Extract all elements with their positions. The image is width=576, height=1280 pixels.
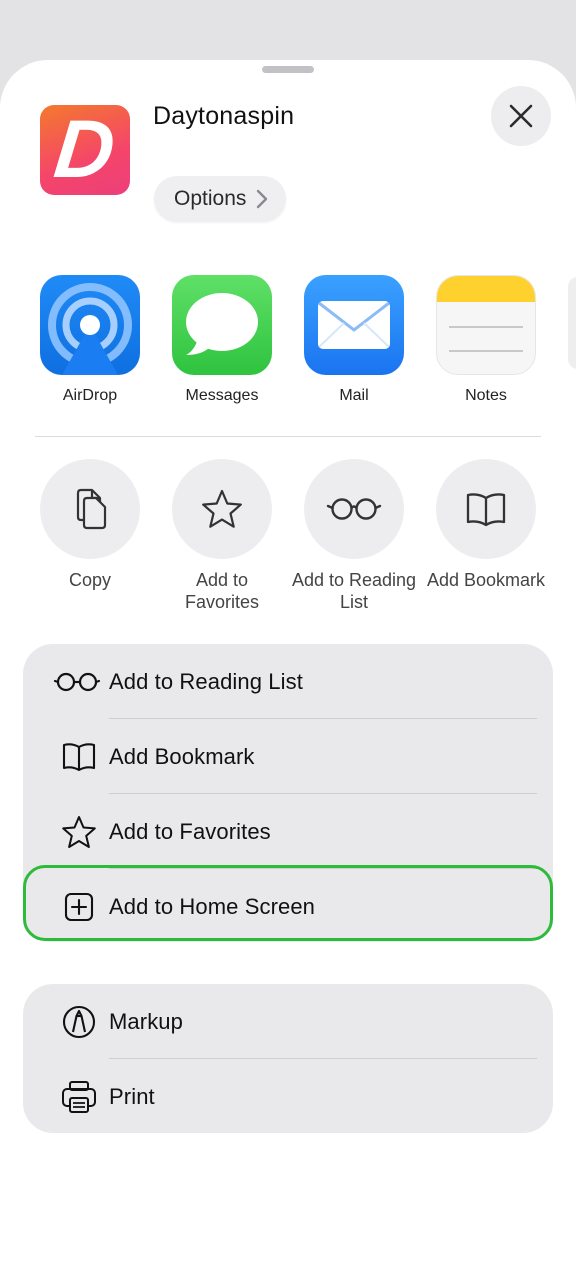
action-favorites-circle (172, 459, 272, 559)
close-button[interactable] (491, 86, 551, 146)
menu-item-label: Add to Favorites (109, 818, 271, 844)
book-icon (466, 493, 506, 527)
page-title: Daytonaspin (153, 102, 295, 130)
sheet-grabber[interactable] (262, 66, 314, 73)
action-copy[interactable]: Copy (25, 459, 155, 591)
close-icon (509, 104, 533, 128)
share-app-mail[interactable]: Mail (299, 275, 409, 405)
options-label: Options (174, 187, 247, 210)
share-app-label: Mail (339, 387, 369, 404)
chevron-right-icon (257, 189, 268, 209)
share-apps-row: AirDrop Messages Mail Notes (0, 215, 576, 404)
share-app-notes[interactable]: Notes (431, 275, 541, 405)
star-icon (202, 489, 242, 528)
share-app-messages[interactable]: Messages (167, 275, 277, 405)
printer-icon (59, 1079, 99, 1115)
mail-icon (304, 275, 404, 375)
plus-square-icon (59, 889, 99, 925)
menu-item-print[interactable]: Print (23, 1059, 553, 1134)
menu-item-label: Add to Reading List (109, 668, 303, 694)
action-add-bookmark[interactable]: Add Bookmark (421, 459, 551, 591)
star-icon (59, 814, 99, 850)
app-icon-letter: D (50, 105, 120, 195)
share-app-label: Messages (185, 387, 259, 404)
messages-icon (172, 275, 272, 375)
glasses-icon (53, 664, 101, 700)
action-add-to-reading-list[interactable]: Add to Reading List (289, 459, 419, 613)
action-add-to-favorites[interactable]: Add to Favorites (157, 459, 287, 613)
action-list-group: Add to Reading List Add Bookmark Add to … (23, 644, 553, 942)
copy-icon (76, 488, 107, 530)
action-bookmark-circle (436, 459, 536, 559)
book-icon (59, 739, 99, 775)
menu-item-add-to-reading-list[interactable]: Add to Reading List (23, 644, 553, 719)
menu-item-label: Add to Home Screen (109, 893, 316, 919)
action-label: Add Bookmark (426, 570, 546, 590)
action-reading-list-circle (304, 459, 404, 559)
glasses-icon (326, 498, 382, 520)
divider (35, 436, 541, 437)
share-app-label: AirDrop (62, 387, 118, 404)
action-copy-circle (40, 459, 140, 559)
action-list-group-2: Markup Print (23, 984, 553, 1133)
quick-actions-row: Copy Add to Favorites Add to Reading Lis… (0, 459, 576, 629)
share-app-label: Notes (465, 387, 507, 404)
menu-item-add-to-home-screen[interactable]: Add to Home Screen (23, 869, 553, 944)
markup-icon (59, 1004, 99, 1040)
menu-item-add-bookmark[interactable]: Add Bookmark (23, 719, 553, 794)
action-label: Add to Favorites (184, 570, 260, 612)
action-label: Copy (68, 570, 112, 590)
menu-item-add-to-favorites[interactable]: Add to Favorites (23, 794, 553, 869)
menu-item-label: Print (109, 1083, 155, 1109)
menu-item-label: Add Bookmark (109, 743, 255, 769)
action-label: Add to Reading List (291, 570, 417, 612)
menu-item-label: Markup (109, 1008, 183, 1034)
share-app-partial[interactable] (568, 277, 576, 369)
share-app-airdrop[interactable]: AirDrop (35, 275, 145, 405)
notes-icon (436, 275, 536, 375)
app-icon: D (40, 105, 130, 195)
airdrop-icon (40, 275, 140, 375)
menu-item-markup[interactable]: Markup (23, 984, 553, 1059)
